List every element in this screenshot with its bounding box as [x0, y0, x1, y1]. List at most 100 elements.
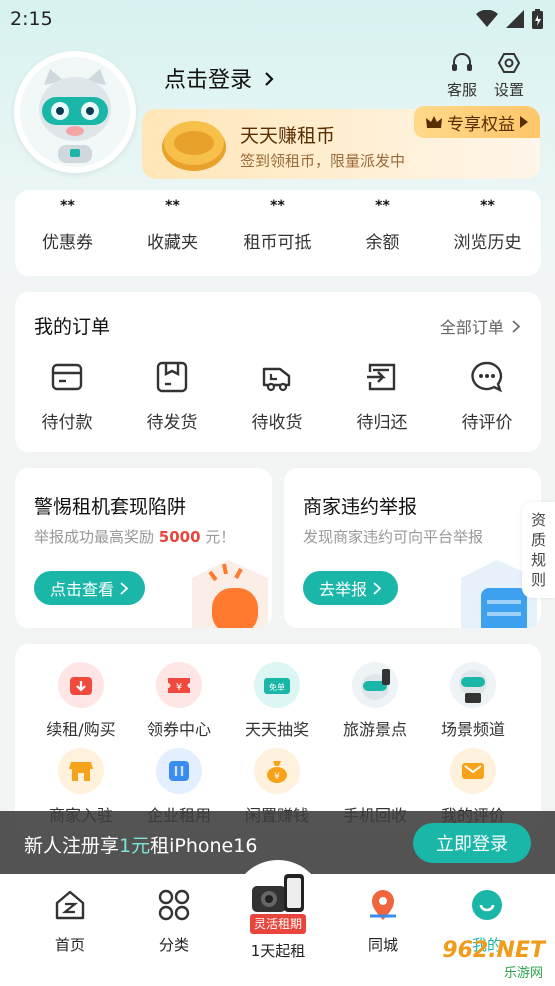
merchant-report-card[interactable]: 商家违约举报 发现商家违约可向平台举报 去举报: [284, 468, 541, 628]
status-bar: 2:15: [0, 0, 555, 38]
headset-icon: [452, 53, 472, 71]
stat-rent-coins[interactable]: ** 租币可抵: [225, 198, 330, 253]
service-scene-channel[interactable]: 场景频道: [423, 662, 523, 740]
stat-value: **: [165, 198, 180, 214]
travel-icon: [361, 669, 390, 700]
report-button[interactable]: 去举报: [303, 571, 399, 605]
stat-label: 租币可抵: [243, 233, 312, 253]
watermark-sub-text: 乐游网: [503, 966, 543, 981]
coin-title: 天天赚租币: [240, 125, 336, 147]
tab-label: 首页: [54, 936, 85, 954]
home-icon: [55, 890, 85, 920]
money-bag-icon: ¥: [267, 761, 287, 783]
order-label: 待发货: [146, 413, 198, 433]
camera-phone-icon: [252, 874, 304, 912]
report-label: 去举报: [319, 580, 368, 599]
battery-icon: [532, 9, 543, 29]
coupon-icon: ¥: [168, 678, 190, 693]
stat-label: 余额: [365, 233, 400, 253]
stat-label: 收藏夹: [147, 233, 198, 253]
login-label: 点击登录: [164, 68, 253, 93]
review-icon: [462, 763, 484, 779]
truck-icon: [262, 367, 291, 392]
chevron-right-icon: [373, 581, 382, 595]
vip-label: 专享权益: [447, 114, 515, 135]
status-icons: [476, 9, 543, 29]
coin-banner[interactable]: 天天赚租币 签到领租币，限量派发中 专享权益: [142, 106, 540, 179]
svg-text:免单: 免单: [269, 682, 285, 692]
watermark-logo-text: 962.NET: [442, 938, 545, 963]
stat-history[interactable]: ** 浏览历史: [435, 198, 540, 253]
view-details-label: 点击查看: [50, 580, 115, 599]
scene-icon: [459, 670, 487, 703]
order-pending-review[interactable]: 待评价: [437, 360, 537, 433]
scam-warning-title: 警惕租机套现陷阱: [34, 496, 187, 518]
login-now-button[interactable]: 立即登录: [413, 823, 531, 863]
settings-button[interactable]: 设置: [489, 51, 529, 100]
customer-service-button[interactable]: 客服: [442, 51, 482, 100]
wifi-icon: [476, 10, 498, 27]
gear-icon: [497, 53, 521, 73]
flexible-term-badge: 灵活租期: [250, 914, 306, 934]
category-icon: [158, 889, 190, 921]
site-watermark: 962.NET 乐游网: [401, 938, 551, 982]
order-pending-receipt[interactable]: 待收货: [227, 360, 327, 433]
service-coupon-center[interactable]: ¥ 领券中心: [129, 662, 229, 740]
merchant-report-title: 商家违约举报: [303, 496, 418, 518]
stat-favorites[interactable]: ** 收藏夹: [120, 198, 225, 253]
triangle-right-icon: [520, 116, 528, 128]
order-label: 待评价: [461, 413, 513, 433]
avatar[interactable]: [14, 51, 136, 173]
package-icon: [156, 361, 188, 393]
order-pending-payment[interactable]: 待付款: [17, 360, 117, 433]
service-renew-buy[interactable]: 续租/购买: [31, 662, 131, 740]
alarm-illustration-icon: [192, 560, 268, 628]
all-orders-label: 全部订单: [439, 318, 504, 337]
chevron-right-icon: [512, 320, 521, 333]
map-pin-icon: [370, 890, 396, 920]
login-link[interactable]: 点击登录: [164, 62, 275, 94]
orders-card: 我的订单 全部订单 待付款 待发货 待收货 待归还 待评价: [15, 292, 541, 452]
stat-balance[interactable]: ** 余额: [330, 198, 435, 253]
tab-label: 分类: [158, 936, 189, 954]
scam-warning-subtitle: 举报成功最高奖励 5000 元！: [34, 528, 236, 546]
signal-icon: [506, 10, 524, 28]
service-daily-lottery[interactable]: 免单 天天抽奖: [227, 662, 327, 740]
merchant-report-subtitle: 发现商家违约可向平台举报: [303, 528, 484, 546]
order-label: 待归还: [356, 413, 408, 433]
mascot-image: [20, 57, 130, 167]
service-travel-spots[interactable]: 旅游景点: [325, 662, 425, 740]
stat-value: **: [270, 198, 285, 214]
tab-category[interactable]: 分类: [134, 888, 214, 955]
profile-icon: [472, 890, 502, 920]
qualification-rules-tab[interactable]: 资 质 规 则: [522, 502, 555, 598]
view-details-button[interactable]: 点击查看: [34, 571, 146, 605]
all-orders-link[interactable]: 全部订单: [440, 314, 521, 338]
stat-coupons[interactable]: ** 优惠券: [15, 198, 120, 253]
register-promo-text: 新人注册享1元租iPhone16: [24, 835, 258, 857]
order-pending-shipment[interactable]: 待发货: [122, 360, 222, 433]
tab-one-day-rental[interactable]: 灵活租期 1天起租: [238, 872, 318, 961]
order-pending-return[interactable]: 待归还: [332, 360, 432, 433]
vip-benefits-button[interactable]: 专享权益: [414, 106, 540, 138]
chevron-right-icon: [265, 72, 274, 86]
coin-subtitle: 签到领租币，限量派发中: [240, 152, 406, 170]
crown-icon: [426, 116, 442, 128]
renew-icon: [70, 677, 92, 695]
services-card: 续租/购买 ¥ 领券中心 免单 天天抽奖 旅游景点 场景频道 商家入驻 企业租用…: [15, 644, 541, 834]
stat-label: 浏览历史: [453, 233, 522, 253]
status-time: 2:15: [10, 8, 53, 30]
stat-label: 优惠券: [42, 233, 93, 253]
comment-icon: [471, 361, 503, 393]
stat-value: **: [480, 198, 495, 214]
settings-label: 设置: [493, 81, 524, 99]
lottery-icon: 免单: [264, 678, 290, 694]
svg-text:¥: ¥: [176, 682, 182, 693]
scam-warning-card[interactable]: 警惕租机套现陷阱 举报成功最高奖励 5000 元！ 点击查看: [15, 468, 272, 628]
svg-text:¥: ¥: [274, 772, 280, 782]
coin-icon: [162, 121, 226, 171]
stats-card: ** 优惠券 ** 收藏夹 ** 租币可抵 ** 余额 ** 浏览历史: [15, 190, 541, 276]
return-icon: [367, 363, 396, 391]
tab-home[interactable]: 首页: [30, 888, 110, 955]
tab-label: 1天起租: [250, 942, 306, 960]
